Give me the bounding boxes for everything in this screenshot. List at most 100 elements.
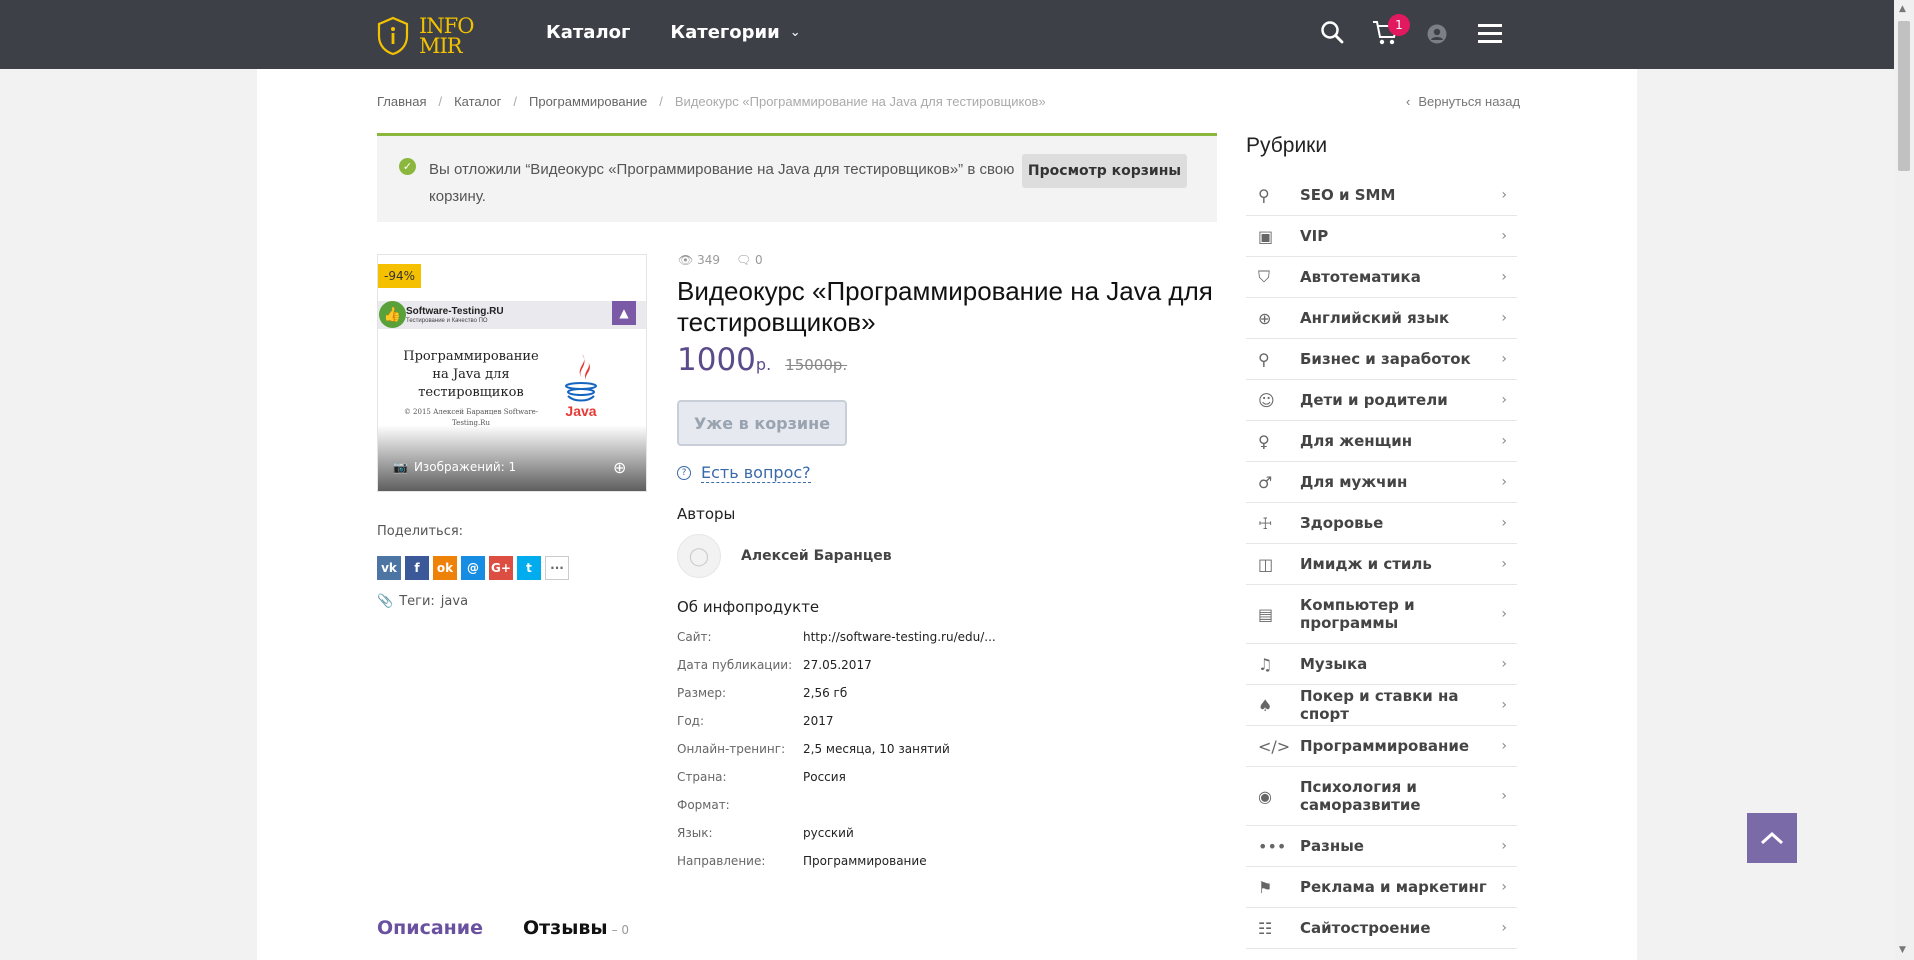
brand-line2: MIR — [419, 34, 463, 58]
sidebar-item-label: Музыка — [1300, 655, 1368, 673]
sidebar-item-webdev[interactable]: ☷ Сайтостроение › — [1246, 908, 1517, 949]
scroll-down-arrow[interactable]: ▼ — [1899, 945, 1906, 955]
chevron-right-icon: › — [1501, 310, 1507, 326]
sidebar-item-music[interactable]: ♫ Музыка › — [1246, 644, 1517, 685]
tag-link[interactable]: java — [441, 594, 468, 609]
chevron-right-icon: › — [1501, 228, 1507, 244]
current-price: 1000 — [677, 342, 756, 378]
twitter-share-icon[interactable]: t — [517, 556, 541, 580]
odnoklassniki-share-icon[interactable]: ok — [433, 556, 457, 580]
sidebar-item-auto[interactable]: ⛉ Автотематика › — [1246, 257, 1517, 298]
ask-question-link[interactable]: ? Есть вопрос? — [677, 463, 811, 483]
property-value: 2017 — [803, 714, 834, 728]
sidebar-item-label: Имидж и стиль — [1300, 555, 1432, 573]
more-share-icon[interactable]: ··· — [545, 556, 569, 580]
sidebar-item-psychology[interactable]: ◉ Психология и саморазвитие › — [1246, 767, 1517, 826]
scroll-to-top-button[interactable] — [1747, 813, 1797, 863]
vk-share-icon[interactable]: vk — [377, 556, 401, 580]
facebook-share-icon[interactable]: f — [405, 556, 429, 580]
sidebar-item-business[interactable]: ⚲ Бизнес и заработок › — [1246, 339, 1517, 380]
share-label: Поделиться: — [377, 524, 464, 539]
page-scrollbar[interactable]: ▲ ▼ — [1894, 0, 1914, 960]
price-currency: р. — [755, 355, 772, 374]
brand-name: INFO MIR — [419, 16, 474, 58]
sidebar-item-seo-smm[interactable]: ⚲ SEO и SMM › — [1246, 175, 1517, 216]
property-row: Размер: 2,56 гб — [677, 686, 996, 714]
sidebar-item-men[interactable]: ♂ Для мужчин › — [1246, 462, 1517, 503]
chevron-right-icon: › — [1501, 656, 1507, 672]
avatar: ◯ — [677, 534, 721, 578]
author-name[interactable]: Алексей Баранцев — [741, 548, 892, 564]
chevron-right-icon: › — [1501, 433, 1507, 449]
sidebar-item-marketing[interactable]: ⚑ Реклама и маркетинг › — [1246, 867, 1517, 908]
in-cart-button[interactable]: Уже в корзине — [677, 400, 847, 446]
property-key: Размер: — [677, 686, 727, 700]
nav-categories[interactable]: Категории ⌄ — [670, 22, 800, 43]
sidebar-item-computers[interactable]: ▤ Компьютер и программы › — [1246, 585, 1517, 644]
shield-logo-icon — [377, 16, 409, 56]
sidebar-item-label: Компьютер и программы — [1300, 596, 1415, 632]
breadcrumb-category[interactable]: Программирование — [529, 94, 647, 109]
sitemap-icon: ☷ — [1258, 918, 1273, 938]
property-key: Год: — [677, 714, 704, 728]
image-course-title: Программирование на Java для тестировщик… — [403, 349, 539, 400]
sidebar-item-kids[interactable]: ☺ Дети и родители › — [1246, 380, 1517, 421]
sidebar-item-misc[interactable]: ••• Разные › — [1246, 826, 1517, 867]
car-icon: ⛉ — [1258, 267, 1271, 286]
nav-catalog[interactable]: Каталог — [546, 22, 630, 43]
comments: 🗨 0 — [736, 253, 763, 267]
property-key: Сайт: — [677, 630, 712, 644]
sidebar-item-style[interactable]: ◫ Имидж и стиль › — [1246, 544, 1517, 585]
menu-icon[interactable] — [1478, 24, 1502, 48]
product-title: Видеокурс «Программирование на Java для … — [677, 276, 1213, 337]
scroll-up-arrow[interactable]: ▲ — [1899, 4, 1906, 14]
breadcrumb-catalog[interactable]: Каталог — [454, 94, 501, 109]
sidebar-item-label: VIP — [1300, 227, 1329, 245]
property-key: Онлайн-тренинг: — [677, 742, 786, 756]
java-logo: Java — [556, 350, 606, 422]
sidebar-item-health[interactable]: ☩ Здоровье › — [1246, 503, 1517, 544]
zoom-icon[interactable]: ⊕ — [613, 458, 626, 477]
comment-icon: 🗨 — [735, 253, 752, 267]
tags-label: Теги: — [399, 594, 435, 609]
chevron-right-icon: › — [1501, 838, 1507, 854]
male-icon: ♂ — [1258, 472, 1273, 492]
tab-reviews[interactable]: Отзывы – 0 — [523, 917, 629, 939]
sidebar-item-vip[interactable]: ▣ VIP › — [1246, 216, 1517, 257]
logo[interactable]: INFO MIR — [377, 15, 482, 57]
sidebar-item-label: Покер и ставки на спорт — [1300, 687, 1459, 723]
sidebar-item-label: Английский язык — [1300, 309, 1450, 327]
sidebar-item-programming[interactable]: </> Программирование › — [1246, 726, 1517, 767]
sidebar-heading: Рубрики — [1246, 134, 1328, 157]
shield-icon: ▲ — [612, 301, 636, 325]
sidebar-item-poker[interactable]: ♠ Покер и ставки на спорт › — [1246, 685, 1517, 726]
sidebar-item-english[interactable]: ⊕ Английский язык › — [1246, 298, 1517, 339]
googleplus-share-icon[interactable]: G+ — [489, 556, 513, 580]
view-cart-button[interactable]: Просмотр корзины — [1022, 154, 1187, 188]
image-overlay — [378, 425, 646, 491]
breadcrumb-home[interactable]: Главная — [377, 94, 426, 109]
property-row: Формат: — [677, 798, 996, 826]
product-image[interactable]: Software-Testing.RU Тестирование и Качес… — [377, 254, 647, 492]
tab-description[interactable]: Описание — [377, 917, 483, 939]
search-icon[interactable] — [1320, 20, 1344, 48]
property-value: 2,5 месяца, 10 занятий — [803, 742, 950, 756]
music-note-icon: ♫ — [1258, 654, 1273, 674]
moimir-share-icon[interactable]: @ — [461, 556, 485, 580]
author-card[interactable]: ◯ Алексей Баранцев — [677, 534, 892, 578]
back-link[interactable]: ‹ Вернуться назад — [1406, 94, 1520, 109]
property-value-link[interactable]: http://software-testing.ru/edu/... — [803, 630, 996, 658]
sidebar-item-label: Дети и родители — [1300, 391, 1448, 409]
property-row: Онлайн-тренинг: 2,5 месяца, 10 занятий — [677, 742, 996, 770]
user-icon[interactable] — [1427, 24, 1447, 48]
sidebar-item-women[interactable]: ♀ Для женщин › — [1246, 421, 1517, 462]
chevron-right-icon: › — [1501, 392, 1507, 408]
eye-icon: 👁 — [678, 253, 694, 267]
chevron-right-icon: › — [1501, 187, 1507, 203]
back-link-label: Вернуться назад — [1418, 94, 1521, 109]
chevron-right-icon: › — [1501, 920, 1507, 936]
property-key: Язык: — [677, 826, 713, 840]
image-count: 📷 Изображений: 1 — [393, 460, 516, 474]
scrollbar-thumb[interactable] — [1898, 21, 1910, 171]
views: 👁 349 — [678, 253, 720, 267]
